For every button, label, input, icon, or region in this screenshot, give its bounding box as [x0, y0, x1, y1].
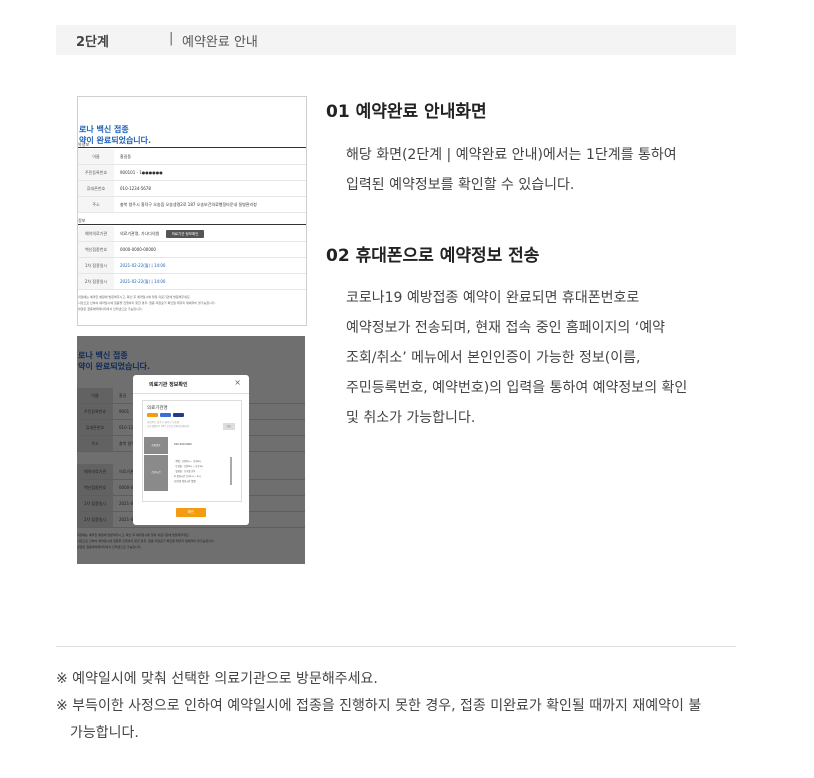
row-value: 2021-0	[119, 517, 134, 522]
footer-note: 가능합니다.	[70, 725, 139, 741]
hours-line: ※ 점심시간 오후1시 ~ 2시	[174, 475, 201, 478]
table-row: 2차 접종일시 2021-02-22(월) | 14:00	[78, 274, 306, 290]
tag-badge	[160, 413, 171, 417]
note-line: 변경은 접종예약페이지에서 인터넷으로 가능합니다.	[77, 545, 142, 549]
row-label: 주민등록번호	[78, 165, 114, 180]
row-label: 휴대폰번호	[77, 420, 113, 435]
table-row: 주소 충북 청주시 흥덕구 오송읍 오송생명2로 187 오송보건의료행정타운내…	[78, 197, 306, 213]
confirm-button[interactable]: 확인	[176, 508, 206, 517]
hours-line: · 일요일 : 오후일 휴무	[174, 470, 196, 473]
row-value: 010-1234-5678	[120, 186, 151, 191]
row-value: 2021-02-22(월) | 14:00	[120, 279, 166, 284]
hours-line: · 평일 : 오전9시 ~ 오후6시	[174, 460, 201, 463]
hours-line: (휴진일 점심시간 없음)	[174, 480, 197, 483]
close-icon[interactable]: ×	[234, 378, 241, 387]
row-label: 이름	[77, 388, 113, 403]
footer-note: ※ 부득이한 사정으로 인하여 예약일시에 접종을 진행하지 못한 경우, 접종…	[56, 698, 702, 714]
note-line: 사정으로 인하여 예약일시에 접종을 진행하지 못한 경우, 접종 미완료가 확…	[77, 539, 215, 543]
table-row: 휴대폰번호 010-1234-5678	[78, 181, 306, 197]
row-label: 2차 접종일시	[77, 512, 113, 527]
row-value: 의료기관	[119, 469, 134, 474]
row-value: 9001	[119, 409, 130, 414]
dialog-title: 의료기관 정보확인	[149, 382, 188, 388]
section-02-line: 조회/취소’ 메뉴에서 본인인증이 가능한 정보(이름,	[346, 350, 641, 366]
headline-line-1: 로나 백신 접종	[78, 351, 128, 360]
note-line: 의일에는 예약한 병원에 방문해주시고, 확인 후 예약일시에 맞춰 의료기관에…	[78, 295, 191, 299]
footer-divider	[56, 646, 736, 647]
hospital-phone: 043-200-0000	[174, 443, 192, 446]
step-title: 예약완료 안내	[182, 35, 258, 50]
hours-line: · 토요일 : 오전9시 ~ 오후1시	[174, 465, 204, 468]
row-label: 1차 접종일시	[77, 496, 113, 511]
section-02-line: 주민등록번호, 예약번호)의 입력을 통하여 예약정보의 확인	[346, 380, 688, 396]
row-value: 홍길	[119, 393, 127, 398]
hospital-card: 의료기관명 충청북도 청주시 흥덕구 오송읍 오송생명2로 187 오송보건의료…	[142, 400, 242, 502]
phone-label: 전화번호	[144, 437, 168, 454]
section-01-line: 해당 화면(2단계 | 예약완료 안내)에서는 1단계를 통하여	[346, 147, 677, 163]
step-header: 2단계 | 예약완료 안내	[56, 25, 736, 55]
row-label: 예약의료기관	[77, 464, 113, 479]
row-label: 1차 접종일시	[78, 258, 114, 273]
table-row: 주민등록번호 900101 - 1●●●●●●	[78, 165, 306, 181]
headline-line-2: 약이 완료되었습니다.	[78, 362, 151, 371]
row-label: 백신접종번호	[78, 242, 114, 257]
table-row: 백신접종번호 0000-0000-00000	[78, 242, 306, 258]
reservation-complete-screenshot: 로나 백신 접종 약이 완료되었습니다. 약정보 이름 홍길동 주민등록번호 9…	[77, 96, 307, 326]
row-label: 휴대폰번호	[78, 181, 114, 196]
note-line: 사정으로 인하여 예약일시에 접종을 진행하지 못한 경우, 접종 미완료가 확…	[78, 301, 216, 305]
section-02-line: 예약정보가 전송되며, 현재 접속 중인 홈페이지의 ‘예약	[346, 320, 665, 336]
row-value: 의료기관명, 가나다의원	[120, 231, 160, 236]
footer-note: ※ 예약일시에 맞춰 선택한 의료기관으로 방문해주세요.	[56, 671, 378, 687]
table-row: 예약의료기관 의료기관명, 가나다의원 의료기관 정보확인	[78, 226, 306, 242]
row-label: 백신접종번호	[77, 480, 113, 495]
section-02-title: 02 휴대폰으로 예약정보 전송	[326, 246, 540, 266]
headline-line-2: 약이 완료되었습니다.	[79, 136, 152, 145]
headline-line-1: 로나 백신 접종	[79, 125, 129, 134]
section-01-line: 입력된 예약정보를 확인할 수 있습니다.	[346, 177, 575, 193]
tag-badge	[173, 413, 184, 417]
row-value: 0000-0000-00000	[120, 247, 156, 252]
divider	[78, 224, 306, 225]
tag-badge	[147, 413, 158, 417]
note-line: 의일에는 예약한 병원에 방문해주시고, 확인 후 예약일시에 맞춰 의료기관에…	[77, 533, 190, 537]
step-separator: |	[169, 31, 174, 46]
section-01-title: 01 예약완료 안내화면	[326, 102, 487, 122]
map-button[interactable]: 지도	[223, 423, 235, 430]
row-value: 충북 청주시 흥덕구 오송읍 오송생명2로 187 오송보건의료행정타운내 질병…	[120, 202, 257, 207]
row-label: 예약의료기관	[78, 226, 114, 241]
hospital-info-button[interactable]: 의료기관 정보확인	[166, 230, 204, 238]
hospital-name: 의료기관명	[147, 406, 168, 411]
row-value: 2021-02-22(월) | 14:00	[120, 263, 166, 268]
divider	[78, 147, 306, 148]
step-number: 2단계	[76, 35, 109, 50]
row-label: 주소	[77, 436, 113, 451]
note-line: 변경은 접종예약페이지에서 인터넷으로 가능합니다.	[78, 307, 143, 311]
row-label: 2차 접종일시	[78, 274, 114, 289]
row-value: 2021-0	[119, 501, 134, 506]
hospital-info-dialog: 의료기관 정보확인 × 의료기관명 충청북도 청주시 흥덕구 오송읍 오송생명2…	[133, 375, 249, 525]
hospital-address: 오송생명2로 187 오송보건의료행정타운	[147, 425, 190, 428]
section-02-line: 및 취소가 가능합니다.	[346, 410, 476, 426]
row-label: 이름	[78, 149, 114, 164]
row-label: 주민등록번호	[77, 404, 113, 419]
scrollbar[interactable]	[230, 457, 232, 485]
dialog-divider	[133, 393, 249, 394]
section-02-line: 코로나19 예방접종 예약이 완료되면 휴대폰번호로	[346, 290, 640, 306]
row-label: 주소	[78, 197, 114, 212]
table-row: 1차 접종일시 2021-02-22(월) | 14:00	[78, 258, 306, 274]
hours-label: 진료시간	[144, 455, 168, 491]
table-row: 이름 홍길동	[78, 149, 306, 165]
hospital-info-modal-screenshot: 로나 백신 접종 약이 완료되었습니다. 이름 홍길 주민등록번호 9001 휴대폰…	[77, 336, 305, 564]
row-value: 홍길동	[120, 154, 132, 159]
row-value: 900101 - 1●●●●●●	[120, 170, 163, 175]
